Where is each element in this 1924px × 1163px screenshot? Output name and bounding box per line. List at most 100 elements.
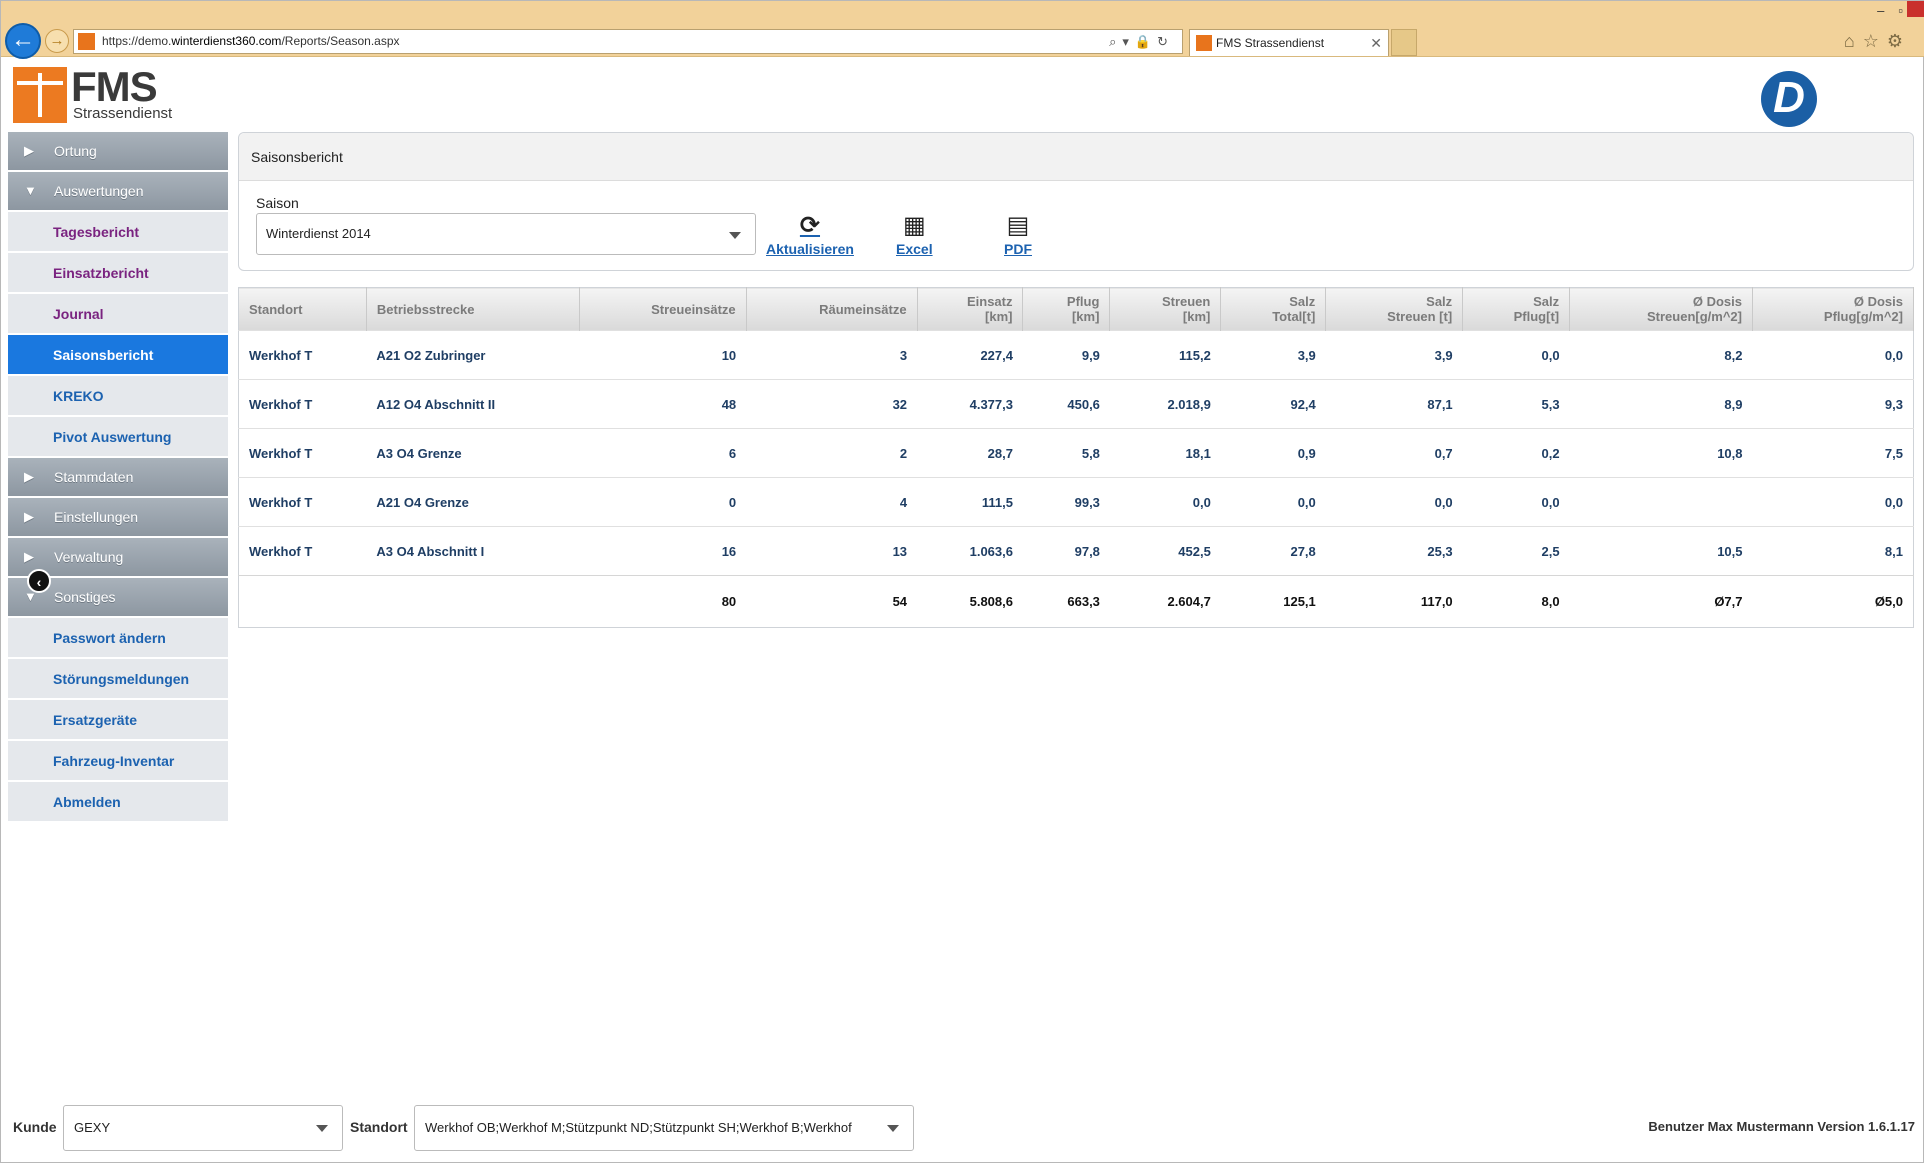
table-row[interactable]: Werkhof T A12 O4 Abschnitt II 48 32 4.377,3 4… [238,379,1914,429]
sidebar-item-ersatzgeraete[interactable]: Ersatzgeräte [8,700,228,740]
sidebar-item-fahrzeug-inventar[interactable]: Fahrzeug-Inventar [8,741,228,781]
table-cell: 8,2 [1569,330,1753,380]
table-cell: A3 O4 Grenze [366,428,580,478]
sidebar-group-ortung[interactable]: ▶ Ortung [8,132,228,170]
table-cell: 0 [579,477,747,527]
column-header[interactable]: Pflug [km] [1022,287,1111,331]
chevron-down-icon [887,1125,899,1132]
table-row[interactable]: Werkhof T A3 O4 Grenze 6 2 28,7 5,8 18,1 0,9 0,7… [238,428,1914,478]
table-cell: 1.063,6 [917,526,1023,576]
total-cell: 8,0 [1462,575,1570,628]
table-cell: 8,9 [1569,379,1753,429]
column-header[interactable]: Salz Total[t] [1220,287,1327,331]
expand-arrow-icon: ▶ [24,469,34,484]
table-row[interactable]: Werkhof T A21 O4 Grenze 0 4 111,5 99,3 0,0 0,0 0… [238,477,1914,527]
column-header[interactable]: Streueinsätze [579,287,747,331]
new-tab-button[interactable] [1391,29,1417,56]
table-cell: 115,2 [1109,330,1221,380]
standort-selected-value: Werkhof OB;Werkhof M;Stützpunkt ND;Stütz… [425,1120,852,1135]
kunde-select[interactable]: GEXY [63,1105,343,1151]
close-icon[interactable]: ✕ [1370,30,1382,56]
page-title: Saisonsbericht [239,133,1913,181]
column-header-unit: Pflug[g/m^2] [1823,309,1903,324]
sidebar-item-tagesbericht[interactable]: Tagesbericht [8,212,228,252]
sidebar-group-label: Auswertungen [54,183,144,199]
table-cell: 10 [579,330,747,380]
column-header-label: Streuen [1161,294,1211,309]
column-header[interactable]: Betriebsstrecke [366,287,580,331]
column-header[interactable]: Ø Dosis Streuen[g/m^2] [1569,287,1753,331]
table-cell: 0,0 [1462,477,1570,527]
browser-tab[interactable]: FMS Strassendienst ✕ [1189,29,1389,56]
refresh-button[interactable]: ⟳ Aktualisieren [766,211,854,257]
column-header-label: Salz [1533,294,1560,309]
total-cell: 663,3 [1022,575,1110,628]
total-cell: 117,0 [1325,575,1463,628]
address-bar[interactable]: https://demo.winterdienst360.com/Reports… [73,29,1183,54]
browser-tools-icons[interactable]: ⌂☆⚙ [1844,31,1911,52]
forward-arrow-icon[interactable]: → [45,29,69,53]
column-header[interactable]: Räumeinsätze [746,287,918,331]
column-header-label: Ø Dosis [1692,294,1742,309]
total-cell: 54 [746,575,918,628]
sidebar-group-einstellungen[interactable]: ▶ Einstellungen [8,498,228,536]
table-cell: A21 O2 Zubringer [366,330,580,380]
column-header[interactable]: Streuen [km] [1109,287,1222,331]
pdf-export-button[interactable]: ▤ PDF [1004,211,1032,257]
table-cell: Werkhof T [238,428,367,478]
column-header[interactable]: Ø Dosis Pflug[g/m^2] [1752,287,1914,331]
sidebar-item-passwort-aendern[interactable]: Passwort ändern [8,618,228,658]
total-cell: 125,1 [1220,575,1326,628]
back-arrow-icon[interactable]: ← [5,23,41,59]
table-cell: 5,8 [1022,428,1110,478]
sidebar-item-einsatzbericht[interactable]: Einsatzbericht [8,253,228,293]
window-controls[interactable]: –▫ [1877,3,1917,18]
table-cell: 6 [579,428,747,478]
saison-select[interactable]: Winterdienst 2014 [256,213,756,255]
url-host: winterdienst360.com [171,34,282,48]
column-header-label: Pflug [1066,294,1100,309]
sidebar-item-abmelden[interactable]: Abmelden [8,782,228,822]
sidebar-item-journal[interactable]: Journal [8,294,228,334]
collapse-sidebar-icon[interactable]: ‹ [27,569,51,593]
pdf-label: PDF [1004,241,1032,257]
table-row[interactable]: Werkhof T A21 O2 Zubringer 10 3 227,4 9,9 115,… [238,330,1914,380]
table-cell: 10,5 [1569,526,1753,576]
table-cell: 0,0 [1752,330,1914,380]
table-cell: 452,5 [1109,526,1221,576]
column-header[interactable]: Standort [238,287,367,331]
table-cell: 27,8 [1220,526,1326,576]
column-header-unit: Streuen[g/m^2] [1647,309,1742,324]
standort-select[interactable]: Werkhof OB;Werkhof M;Stützpunkt ND;Stütz… [414,1105,914,1151]
kunde-label: Kunde [13,1119,57,1135]
sidebar-item-pivot-auswertung[interactable]: Pivot Auswertung [8,417,228,457]
table-cell: 9,3 [1752,379,1914,429]
sidebar-item-stoerungsmeldungen[interactable]: Störungsmeldungen [8,659,228,699]
column-header-unit: Pflug[t] [1513,309,1560,324]
refresh-label: Aktualisieren [766,241,854,257]
table-cell: 2 [746,428,918,478]
pdf-icon: ▤ [1006,212,1030,239]
season-report-table: Standort Betriebsstrecke Streueinsätze Räum… [238,287,1914,628]
sidebar-group-label: Stammdaten [54,469,134,485]
excel-export-button[interactable]: ▦ Excel [896,211,933,257]
column-header[interactable]: Einsatz [km] [917,287,1024,331]
sidebar-item-saisonsbericht[interactable]: Saisonsbericht [8,335,228,375]
sidebar-group-label: Verwaltung [54,549,124,565]
column-header[interactable]: Salz Streuen [t] [1325,287,1464,331]
address-tools-icon[interactable]: ⌕▾🔒↻ [1109,30,1174,53]
table-cell: 10,8 [1569,428,1753,478]
sidebar-item-kreko[interactable]: KREKO [8,376,228,416]
table-row[interactable]: Werkhof T A3 O4 Abschnitt I 16 13 1.063,6 97,… [238,526,1914,576]
sidebar-group-label: Ortung [54,143,97,159]
column-header-unit: [km] [1182,309,1211,324]
table-cell: 0,0 [1752,477,1914,527]
table-cell: 3,9 [1325,330,1463,380]
standort-label: Standort [350,1119,408,1135]
column-header[interactable]: Salz Pflug[t] [1462,287,1571,331]
table-cell: 97,8 [1022,526,1110,576]
sidebar-group-stammdaten[interactable]: ▶ Stammdaten [8,458,228,496]
table-cell: 0,7 [1325,428,1463,478]
table-cell: A12 O4 Abschnitt II [366,379,580,429]
sidebar-group-auswertungen[interactable]: ▼ Auswertungen [8,172,228,210]
